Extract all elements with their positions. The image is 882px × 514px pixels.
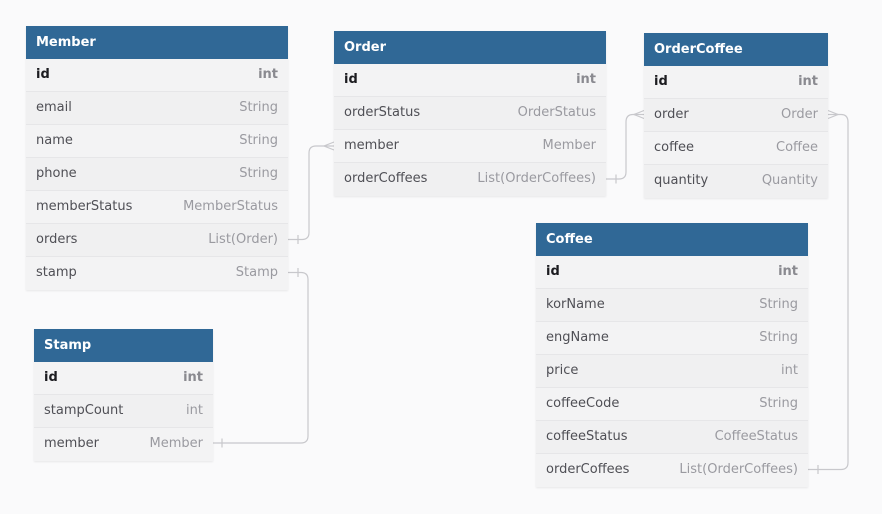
- field-type: String: [759, 330, 798, 345]
- field-name: id: [654, 74, 668, 89]
- field-type: int: [778, 264, 798, 279]
- field-type: List(OrderCoffees): [477, 171, 596, 186]
- field-name: id: [546, 264, 560, 279]
- field-row[interactable]: coffee Coffee: [644, 132, 828, 165]
- field-type: List(Order): [208, 232, 278, 247]
- table-header[interactable]: Member: [26, 26, 288, 59]
- field-row[interactable]: coffeeStatus CoffeeStatus: [536, 421, 808, 454]
- field-type: int: [576, 72, 596, 87]
- field-name: id: [36, 67, 50, 82]
- field-type: String: [239, 166, 278, 181]
- table-coffee[interactable]: Coffee id int korName String engName String…: [536, 223, 808, 487]
- field-type: Order: [781, 107, 818, 122]
- field-name: coffee: [654, 140, 695, 155]
- field-row[interactable]: name String: [26, 125, 288, 158]
- field-name: coffeeStatus: [546, 429, 628, 444]
- field-name: orders: [36, 232, 78, 247]
- field-name: member: [344, 138, 399, 153]
- field-row[interactable]: orderCoffees List(OrderCoffees): [536, 454, 808, 487]
- field-row[interactable]: stampCount int: [34, 395, 213, 428]
- field-name: orderCoffees: [546, 462, 630, 477]
- field-row[interactable]: price int: [536, 355, 808, 388]
- field-name: stamp: [36, 265, 77, 280]
- field-name: id: [44, 370, 58, 385]
- field-row[interactable]: orders List(Order): [26, 224, 288, 257]
- table-header[interactable]: Stamp: [34, 329, 213, 362]
- field-type: List(OrderCoffees): [679, 462, 798, 477]
- field-row[interactable]: order Order: [644, 99, 828, 132]
- field-type: String: [239, 100, 278, 115]
- field-type: MemberStatus: [183, 199, 278, 214]
- many-marker: [322, 141, 335, 151]
- field-row[interactable]: phone String: [26, 158, 288, 191]
- relation-member-orders-order-member: [288, 141, 335, 244]
- field-row[interactable]: member Member: [34, 428, 213, 461]
- field-name: id: [344, 72, 358, 87]
- field-type: Member: [542, 138, 596, 153]
- field-row[interactable]: memberStatus MemberStatus: [26, 191, 288, 224]
- field-row[interactable]: id int: [26, 59, 288, 92]
- field-name: orderStatus: [344, 105, 421, 120]
- field-row[interactable]: coffeeCode String: [536, 388, 808, 421]
- relation-order-ordercoffees-ordercoffee-order: [606, 109, 645, 184]
- field-row[interactable]: email String: [26, 92, 288, 125]
- field-name: order: [654, 107, 689, 122]
- field-name: stampCount: [44, 403, 124, 418]
- field-name: orderCoffees: [344, 171, 428, 186]
- many-marker: [632, 109, 645, 120]
- field-name: price: [546, 363, 579, 378]
- field-type: String: [759, 297, 798, 312]
- field-name: engName: [546, 330, 609, 345]
- field-row[interactable]: id int: [34, 362, 213, 395]
- table-header[interactable]: Coffee: [536, 223, 808, 256]
- field-row[interactable]: member Member: [334, 130, 606, 163]
- field-row[interactable]: orderStatus OrderStatus: [334, 97, 606, 130]
- field-row[interactable]: id int: [334, 64, 606, 97]
- relation-member-stamp-stamp-member: [213, 268, 309, 448]
- field-type: CoffeeStatus: [714, 429, 798, 444]
- field-name: korName: [546, 297, 605, 312]
- field-type: Quantity: [761, 173, 818, 188]
- field-type: int: [798, 74, 818, 89]
- field-name: coffeeCode: [546, 396, 620, 411]
- table-ordercoffee[interactable]: OrderCoffee id int order Order coffee Coffe…: [644, 33, 828, 198]
- diagram-canvas: Member id int email String name String phon…: [0, 0, 882, 514]
- field-type: int: [183, 370, 203, 385]
- field-name: phone: [36, 166, 77, 181]
- field-row[interactable]: engName String: [536, 322, 808, 355]
- field-name: member: [44, 436, 99, 451]
- field-row[interactable]: stamp Stamp: [26, 257, 288, 290]
- field-type: OrderStatus: [517, 105, 596, 120]
- table-header[interactable]: OrderCoffee: [644, 33, 828, 66]
- table-header[interactable]: Order: [334, 31, 606, 64]
- field-name: email: [36, 100, 72, 115]
- field-row[interactable]: orderCoffees List(OrderCoffees): [334, 163, 606, 196]
- field-row[interactable]: id int: [644, 66, 828, 99]
- field-name: memberStatus: [36, 199, 133, 214]
- field-name: name: [36, 133, 73, 148]
- field-row[interactable]: id int: [536, 256, 808, 289]
- field-type: Stamp: [235, 265, 278, 280]
- table-stamp[interactable]: Stamp id int stampCount int member Member: [34, 329, 213, 461]
- table-member[interactable]: Member id int email String name String phon…: [26, 26, 288, 290]
- field-row[interactable]: quantity Quantity: [644, 165, 828, 198]
- field-type: int: [186, 403, 203, 418]
- field-type: int: [781, 363, 798, 378]
- many-marker: [827, 109, 840, 120]
- field-type: String: [759, 396, 798, 411]
- field-type: Coffee: [776, 140, 818, 155]
- field-type: Member: [149, 436, 203, 451]
- field-row[interactable]: korName String: [536, 289, 808, 322]
- field-type: int: [258, 67, 278, 82]
- field-type: String: [239, 133, 278, 148]
- table-order[interactable]: Order id int orderStatus OrderStatus membe…: [334, 31, 606, 196]
- field-name: quantity: [654, 173, 709, 188]
